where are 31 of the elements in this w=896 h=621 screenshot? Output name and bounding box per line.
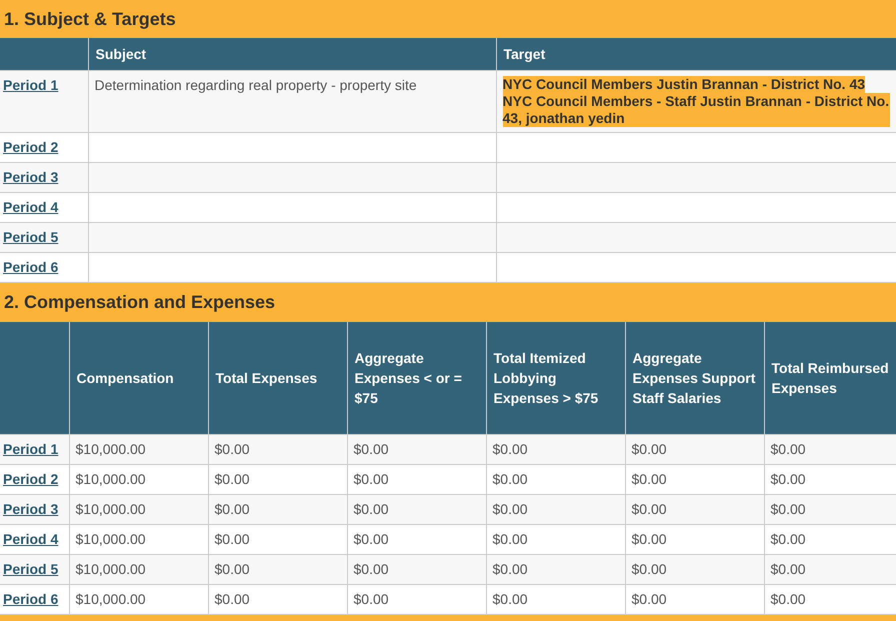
- table-cell: $0.00: [764, 554, 896, 584]
- table-cell: $0.00: [486, 554, 625, 584]
- table-cell: $0.00: [208, 494, 347, 524]
- table-cell: $0.00: [208, 554, 347, 584]
- column-header: Total Expenses: [208, 322, 347, 434]
- period-link[interactable]: Period 1: [3, 76, 58, 92]
- column-header: Compensation: [69, 322, 208, 434]
- column-header: Aggregate Expenses Support Staff Salaries: [625, 322, 764, 434]
- table-cell: $10,000.00: [69, 434, 208, 464]
- table-cell: $0.00: [625, 494, 764, 524]
- table-cell: $0.00: [764, 434, 896, 464]
- table-cell: $0.00: [486, 494, 625, 524]
- table-cell: $0.00: [625, 434, 764, 464]
- table-cell: $0.00: [347, 554, 486, 584]
- table-cell: $0.00: [764, 494, 896, 524]
- table-cell: $10,000.00: [69, 494, 208, 524]
- table-cell: $0.00: [625, 554, 764, 584]
- table-cell: $10,000.00: [69, 554, 208, 584]
- table-cell: $0.00: [347, 494, 486, 524]
- table-cell: $0.00: [208, 434, 347, 464]
- column-header: Target: [496, 38, 896, 70]
- column-header: Total Itemized Lobbying Expenses > $75: [486, 322, 625, 434]
- table-cell: $0.00: [486, 434, 625, 464]
- section-heading: 2. Compensation and Expenses: [0, 282, 896, 322]
- subject-cell: Determination regarding real property - property site: [88, 70, 496, 132]
- column-header: Aggregate Expenses < or = $75: [347, 322, 486, 434]
- column-header: Subject: [88, 38, 496, 70]
- table-cell: $0.00: [347, 434, 486, 464]
- target-text: NYC Council Members Justin Brannan - District No. 43: [502, 76, 866, 92]
- column-header: Total Reimbursed Expenses: [764, 322, 896, 434]
- section-heading: 1. Subject & Targets: [0, 0, 896, 38]
